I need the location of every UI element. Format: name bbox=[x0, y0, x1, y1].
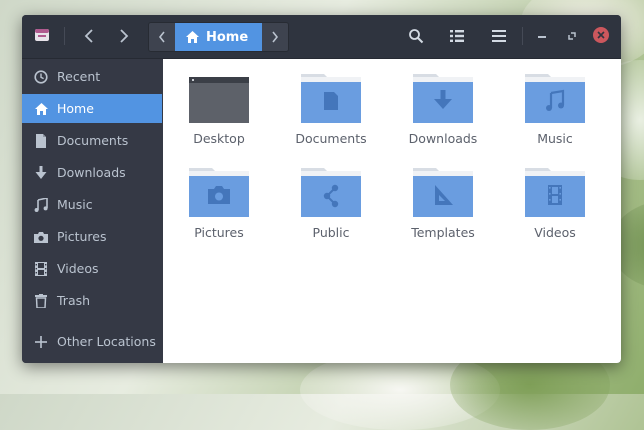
downloads-folder-icon bbox=[412, 73, 474, 123]
sidebar-item-documents[interactable]: Documents bbox=[22, 126, 162, 155]
forward-button[interactable] bbox=[113, 25, 135, 47]
view-list-button[interactable] bbox=[447, 26, 467, 46]
file-label: Videos bbox=[534, 225, 576, 240]
chevron-right-icon bbox=[120, 29, 129, 43]
file-label: Downloads bbox=[408, 131, 478, 146]
app-icon bbox=[34, 27, 50, 43]
chevron-left-icon bbox=[158, 31, 165, 43]
sidebar-item-trash[interactable]: Trash bbox=[22, 286, 162, 315]
file-label: Pictures bbox=[194, 225, 244, 240]
file-label: Music bbox=[537, 131, 573, 146]
close-icon bbox=[597, 31, 605, 39]
public-folder-icon bbox=[300, 167, 362, 217]
sidebar-item-videos[interactable]: Videos bbox=[22, 254, 162, 283]
sidebar-item-other-locations[interactable]: Other Locations bbox=[22, 327, 162, 356]
home-icon bbox=[186, 31, 199, 43]
path-current-label: Home bbox=[206, 29, 249, 45]
file-manager-window: Home Recent Home Documents Downloads Mus… bbox=[22, 15, 621, 363]
back-button[interactable] bbox=[78, 25, 100, 47]
file-label: Desktop bbox=[193, 131, 245, 146]
sidebar-item-label: Documents bbox=[57, 133, 129, 148]
sidebar-item-pictures[interactable]: Pictures bbox=[22, 222, 162, 251]
headerbar: Home bbox=[22, 15, 621, 59]
chevron-left-icon bbox=[84, 29, 93, 43]
desktop-folder-icon bbox=[188, 73, 250, 123]
file-item-videos[interactable]: Videos bbox=[499, 167, 611, 257]
path-bar: Home bbox=[148, 22, 290, 52]
path-scroll-left-button[interactable] bbox=[149, 23, 175, 51]
sidebar: Recent Home Documents Downloads Music Pi… bbox=[22, 59, 162, 363]
sidebar-item-label: Trash bbox=[57, 293, 91, 308]
maximize-button[interactable] bbox=[563, 26, 581, 46]
file-item-documents[interactable]: Documents bbox=[275, 73, 387, 163]
sidebar-item-label: Music bbox=[57, 197, 93, 212]
search-icon bbox=[409, 29, 424, 44]
file-label: Documents bbox=[295, 131, 367, 146]
music-note-icon bbox=[33, 197, 49, 213]
file-item-music[interactable]: Music bbox=[499, 73, 611, 163]
menu-button[interactable] bbox=[489, 26, 509, 46]
sidebar-item-label: Other Locations bbox=[57, 334, 156, 349]
hamburger-menu-icon bbox=[492, 30, 506, 42]
file-item-downloads[interactable]: Downloads bbox=[387, 73, 499, 163]
sidebar-item-recent[interactable]: Recent bbox=[22, 62, 162, 91]
sidebar-item-label: Home bbox=[57, 101, 94, 116]
file-label: Templates bbox=[411, 225, 475, 240]
sidebar-item-home[interactable]: Home bbox=[22, 94, 162, 123]
path-scroll-right-button[interactable] bbox=[262, 23, 289, 51]
file-item-pictures[interactable]: Pictures bbox=[163, 167, 275, 257]
camera-icon bbox=[33, 229, 49, 245]
file-item-templates[interactable]: Templates bbox=[387, 167, 499, 257]
sidebar-item-label: Pictures bbox=[57, 229, 107, 244]
trash-icon bbox=[33, 293, 49, 309]
list-view-icon bbox=[450, 30, 464, 42]
minimize-button[interactable] bbox=[533, 26, 551, 46]
sidebar-item-music[interactable]: Music bbox=[22, 190, 162, 219]
download-icon bbox=[33, 165, 49, 181]
file-item-desktop[interactable]: Desktop bbox=[163, 73, 275, 163]
chevron-right-icon bbox=[272, 31, 279, 43]
document-icon bbox=[33, 133, 49, 149]
minimize-icon bbox=[538, 36, 546, 38]
home-icon bbox=[33, 101, 49, 117]
search-button[interactable] bbox=[406, 26, 426, 46]
sidebar-item-label: Recent bbox=[57, 69, 101, 84]
music-folder-icon bbox=[524, 73, 586, 123]
path-button-home[interactable]: Home bbox=[175, 23, 263, 51]
templates-folder-icon bbox=[412, 167, 474, 217]
sidebar-item-downloads[interactable]: Downloads bbox=[22, 158, 162, 187]
film-icon bbox=[33, 261, 49, 277]
file-grid: Desktop Documents Downloads Music Pictur… bbox=[163, 59, 621, 363]
clock-icon bbox=[33, 69, 49, 85]
sidebar-item-label: Downloads bbox=[57, 165, 126, 180]
sidebar-item-label: Videos bbox=[57, 261, 99, 276]
plus-icon bbox=[33, 334, 49, 350]
close-button[interactable] bbox=[593, 27, 609, 43]
videos-folder-icon bbox=[524, 167, 586, 217]
file-item-public[interactable]: Public bbox=[275, 167, 387, 257]
pictures-folder-icon bbox=[188, 167, 250, 217]
documents-folder-icon bbox=[300, 73, 362, 123]
maximize-icon bbox=[568, 32, 576, 40]
file-label: Public bbox=[312, 225, 350, 240]
